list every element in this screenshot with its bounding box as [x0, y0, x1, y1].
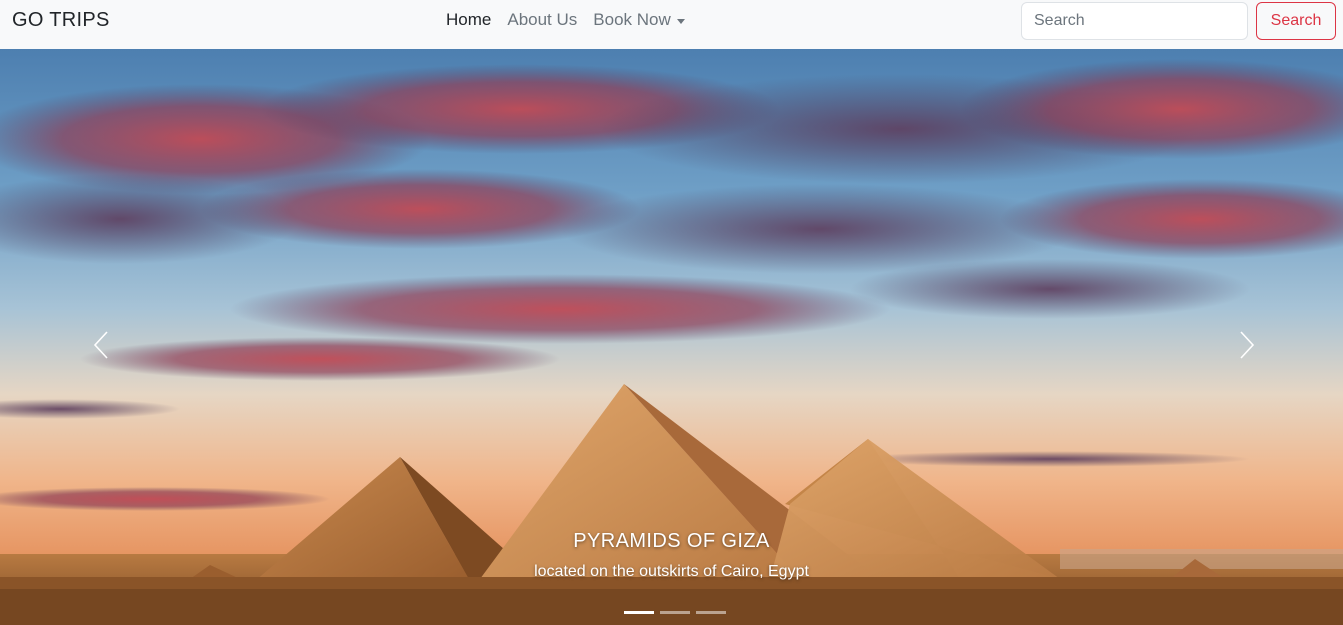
carousel-indicator-2[interactable] [660, 611, 690, 614]
nav-link-about-us[interactable]: About Us [507, 10, 577, 30]
caret-down-icon [676, 18, 685, 24]
nav-links: Home About Us Book Now [446, 10, 701, 30]
brand-logo[interactable]: GO TRIPS [12, 9, 110, 32]
carousel-indicator-3[interactable] [696, 611, 726, 614]
carousel-indicators [624, 611, 732, 614]
hero-carousel: PYRAMIDS OF GIZA located on the outskirt… [0, 49, 1343, 625]
carousel-next-button[interactable] [1227, 321, 1267, 369]
chevron-left-icon [93, 331, 108, 359]
search-input[interactable] [1021, 2, 1248, 40]
nav-dropdown-book-now[interactable]: Book Now [593, 10, 685, 30]
nav-dropdown-label: Book Now [593, 10, 671, 29]
search-button[interactable]: Search [1256, 2, 1336, 40]
navbar: GO TRIPS Home About Us Book Now Search [0, 0, 1343, 49]
carousel-prev-button[interactable] [81, 321, 121, 369]
slide-title: PYRAMIDS OF GIZA [573, 530, 770, 552]
slide-subtitle: located on the outskirts of Cairo, Egypt [534, 563, 809, 580]
carousel-indicator-1[interactable] [624, 611, 654, 614]
nav-link-home[interactable]: Home [446, 10, 491, 30]
chevron-right-icon [1240, 331, 1255, 359]
